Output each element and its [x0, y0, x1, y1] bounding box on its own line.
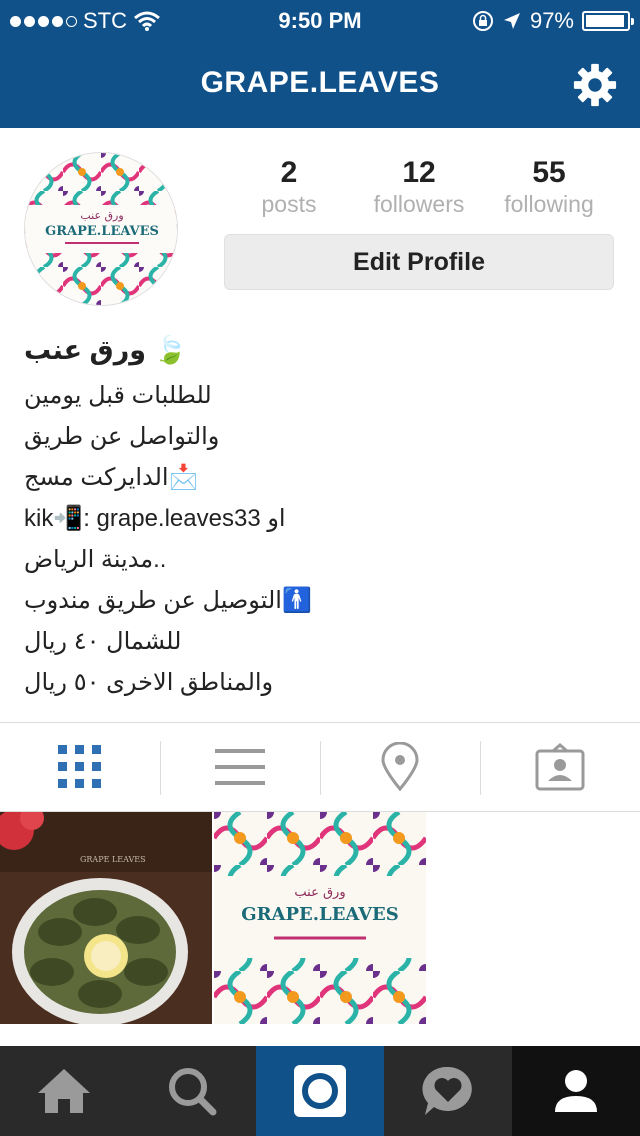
stat-value: 12 — [402, 156, 436, 189]
avatar[interactable]: ورق عنب GRAPE.LEAVES — [24, 152, 178, 306]
avatar-text-ar: ورق عنب — [80, 209, 123, 222]
rotation-lock-icon — [472, 11, 493, 31]
tab-profile[interactable] — [512, 1046, 640, 1136]
bio-line: الدايركت مسج📩 — [24, 464, 199, 491]
avatar-logo-image: ورق عنب GRAPE.LEAVES — [25, 153, 177, 305]
stat-value: 55 — [532, 156, 566, 189]
tagged-photos-icon — [535, 743, 585, 791]
bio-line: والمناطق الاخرى ٥٠ ريال — [24, 669, 274, 696]
battery-percent: 97% — [529, 8, 574, 33]
stat-followers[interactable]: 12 followers — [354, 156, 484, 218]
camera-icon — [294, 1065, 346, 1117]
edit-profile-button[interactable]: Edit Profile — [224, 234, 614, 290]
food-photo: GRAPE LEAVES — [0, 812, 212, 1024]
post-thumbnail[interactable]: GRAPE LEAVES — [0, 812, 212, 1024]
tab-list[interactable] — [160, 723, 320, 811]
tab-search[interactable] — [128, 1046, 256, 1136]
home-icon — [38, 1069, 90, 1113]
bio-name: ورق عنب 🍃 — [24, 335, 188, 365]
stat-label: followers — [373, 191, 465, 217]
bio: ورق عنب 🍃 للطلبات قبل يومين والتواصل عن … — [24, 330, 614, 704]
status-right: 97% — [472, 8, 634, 34]
tab-places[interactable] — [320, 723, 480, 811]
profile-stats: 2 posts 12 followers 55 following — [224, 156, 614, 218]
post-thumbnail[interactable]: ورق عنب GRAPE.LEAVES — [214, 812, 426, 1024]
stat-posts[interactable]: 2 posts — [224, 156, 354, 218]
bio-line: للطلبات قبل يومين — [24, 382, 212, 409]
top-bar: STC 9:50 PM 97% GRAPE.LEAVES — [0, 0, 640, 128]
stat-label: following — [504, 191, 594, 217]
page-title: GRAPE.LEAVES — [200, 66, 440, 99]
search-icon — [169, 1068, 217, 1116]
stat-value: 2 — [280, 156, 298, 189]
profile-icon — [555, 1070, 597, 1112]
avatar-text-en: GRAPE.LEAVES — [45, 224, 159, 239]
tab-camera[interactable] — [256, 1046, 384, 1136]
tile-text-ar: ورق عنب — [294, 885, 345, 900]
stat-label: posts — [261, 191, 317, 217]
status-bar: STC 9:50 PM 97% — [0, 0, 640, 40]
bio-line: kik📲: grape.leaves33 او — [24, 505, 286, 532]
activity-heart-icon — [422, 1066, 472, 1115]
bio-line: مدينة الرياض.. — [24, 546, 167, 573]
photo-caption: GRAPE LEAVES — [80, 855, 146, 864]
list-icon — [215, 749, 265, 785]
stat-following[interactable]: 55 following — [484, 156, 614, 218]
bottom-tab-bar — [0, 1046, 640, 1136]
logo-tile-photo: ورق عنب GRAPE.LEAVES — [214, 812, 426, 1024]
location-pin-icon — [381, 742, 419, 792]
tab-tagged[interactable] — [480, 723, 640, 811]
bio-line: التوصيل عن طريق مندوب🚹 — [24, 587, 312, 614]
tile-text-en: GRAPE.LEAVES — [241, 904, 399, 925]
tab-home[interactable] — [0, 1046, 128, 1136]
bio-line: والتواصل عن طريق — [24, 423, 220, 450]
tab-activity[interactable] — [384, 1046, 512, 1136]
view-tabs — [0, 722, 640, 812]
battery-icon — [582, 11, 634, 31]
gear-icon[interactable] — [572, 62, 618, 108]
location-arrow-icon — [503, 13, 520, 29]
tab-grid[interactable] — [0, 723, 160, 811]
bio-line: للشمال ٤٠ ريال — [24, 628, 182, 655]
grid-icon — [58, 745, 101, 788]
